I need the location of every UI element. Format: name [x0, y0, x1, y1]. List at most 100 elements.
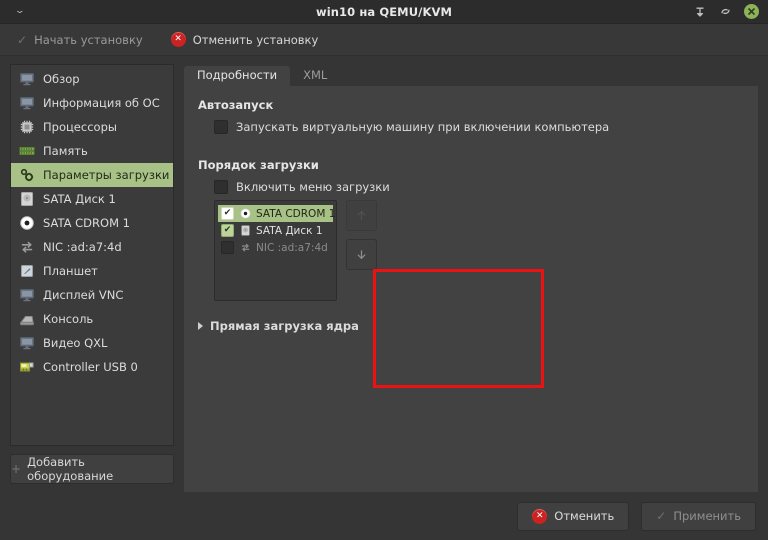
triangle-right-icon	[198, 322, 203, 330]
autostart-checkbox-label: Запускать виртуальную машину при включен…	[236, 120, 609, 134]
sidebar-item-label: SATA Диск 1	[43, 192, 116, 206]
sidebar-column: Обзор Информация об ОС Процессоры	[10, 64, 174, 492]
sidebar-item-sata-cdrom-1[interactable]: SATA CDROM 1	[11, 211, 173, 235]
sidebar-item-console[interactable]: Консоль	[11, 307, 173, 331]
kernel-direct-boot-label: Прямая загрузка ядра	[210, 319, 359, 333]
sidebar-item-boot-options[interactable]: Параметры загрузки	[11, 163, 173, 187]
chevron-down-icon: ⌄	[14, 7, 25, 16]
sidebar-item-label: Информация об ОС	[43, 96, 160, 110]
autostart-checkbox-row[interactable]: Запускать виртуальную машину при включен…	[198, 120, 744, 134]
boot-menu-checkbox-row[interactable]: Включить меню загрузки	[198, 180, 744, 194]
sidebar-item-tablet[interactable]: Планшет	[11, 259, 173, 283]
apply-button-label: Применить	[673, 509, 741, 523]
toolbar: ✓ Начать установку ✕ Отменить установку	[0, 24, 768, 56]
tab-details[interactable]: Подробности	[184, 66, 290, 87]
red-x-icon: ✕	[532, 509, 547, 524]
window-body: Обзор Информация об ОС Процессоры	[0, 56, 768, 492]
title-bar: ⌄ win10 на QEMU/KVM	[0, 0, 768, 24]
sidebar-item-video-qxl[interactable]: Видео QXL	[11, 331, 173, 355]
sidebar-item-os-information[interactable]: Информация об ОС	[11, 91, 173, 115]
boot-gears-icon	[18, 167, 35, 184]
arrow-down-icon	[355, 248, 368, 261]
section-spacer	[198, 134, 744, 158]
hard-disk-icon	[239, 225, 251, 237]
window-menu-button[interactable]: ⌄	[0, 7, 40, 16]
network-arrows-icon	[18, 239, 35, 256]
sidebar-item-cpus[interactable]: Процессоры	[11, 115, 173, 139]
footer-bar: ✕ Отменить ✓ Применить	[0, 492, 768, 540]
sidebar-item-label: Обзор	[43, 72, 80, 86]
boot-device-checkbox[interactable]: ✔	[221, 207, 234, 220]
check-icon: ✓	[17, 34, 27, 46]
cancel-installation-label: Отменить установку	[193, 33, 319, 47]
sidebar-item-display-vnc[interactable]: Дисплей VNC	[11, 283, 173, 307]
boot-order-heading: Порядок загрузки	[198, 158, 744, 172]
pin-icon[interactable]	[692, 4, 707, 19]
window-title: win10 на QEMU/KVM	[0, 5, 768, 19]
sidebar-item-memory[interactable]: Память	[11, 139, 173, 163]
details-panel: Автозапуск Запускать виртуальную машину …	[184, 86, 758, 492]
sidebar-item-controller-usb-0[interactable]: Controller USB 0	[11, 355, 173, 379]
tablet-pen-icon	[18, 263, 35, 280]
vm-details-window: ⌄ win10 на QEMU/KVM ✓ Нач	[0, 0, 768, 540]
boot-device-label: NIC :ad:a7:4d	[256, 242, 328, 254]
monitor-icon	[18, 287, 35, 304]
cancel-button[interactable]: ✕ Отменить	[517, 502, 629, 531]
begin-installation-button[interactable]: ✓ Начать установку	[14, 31, 146, 49]
autostart-heading: Автозапуск	[198, 98, 744, 112]
cancel-button-label: Отменить	[554, 509, 614, 523]
tab-bar: Подробности XML	[184, 64, 758, 86]
boot-device-checkbox[interactable]	[221, 241, 234, 254]
arrow-up-icon	[355, 209, 368, 222]
sidebar-item-label: Планшет	[43, 264, 98, 278]
cdrom-disc-icon	[18, 215, 35, 232]
boot-device-list[interactable]: ✔ SATA CDROM 1 ✔ SATA Диск 1	[214, 200, 337, 301]
red-x-icon: ✕	[171, 32, 186, 47]
boot-menu-checkbox-label: Включить меню загрузки	[236, 180, 390, 194]
move-down-button[interactable]	[346, 239, 377, 270]
usb-controller-icon	[18, 359, 35, 376]
plus-icon: +	[11, 463, 21, 475]
sidebar-item-label: SATA CDROM 1	[43, 216, 130, 230]
memory-ram-icon	[18, 143, 35, 160]
hard-disk-icon	[18, 191, 35, 208]
cpu-chip-icon	[18, 119, 35, 136]
boot-device-row[interactable]: ✔ SATA Диск 1	[218, 222, 333, 239]
sidebar-item-label: Дисплей VNC	[43, 288, 123, 302]
sidebar-item-label: Controller USB 0	[43, 360, 138, 374]
kernel-direct-boot-expander[interactable]: Прямая загрузка ядра	[198, 319, 744, 333]
cdrom-disc-icon	[239, 208, 251, 220]
restore-icon[interactable]	[718, 4, 733, 19]
monitor-icon	[18, 95, 35, 112]
boot-order-area: ✔ SATA CDROM 1 ✔ SATA Диск 1	[214, 200, 744, 301]
sidebar-item-label: Параметры загрузки	[43, 168, 169, 182]
sidebar-item-sata-disk-1[interactable]: SATA Диск 1	[11, 187, 173, 211]
apply-button[interactable]: ✓ Применить	[641, 502, 756, 531]
main-column: Подробности XML Автозапуск Запускать вир…	[184, 64, 758, 492]
begin-installation-label: Начать установку	[34, 33, 143, 47]
window-controls	[692, 4, 768, 19]
cancel-installation-button[interactable]: ✕ Отменить установку	[168, 30, 322, 49]
sidebar-item-nic[interactable]: NIC :ad:a7:4d	[11, 235, 173, 259]
boot-device-row[interactable]: NIC :ad:a7:4d	[218, 239, 333, 256]
boot-device-checkbox[interactable]: ✔	[221, 224, 234, 237]
add-hardware-button[interactable]: + Добавить оборудование	[10, 454, 174, 484]
boot-device-row[interactable]: ✔ SATA CDROM 1	[218, 205, 333, 222]
sidebar-item-label: Консоль	[43, 312, 93, 326]
sidebar-item-label: Видео QXL	[43, 336, 107, 350]
sidebar-item-label: Процессоры	[43, 120, 117, 134]
hardware-sidebar[interactable]: Обзор Информация об ОС Процессоры	[10, 64, 174, 446]
sidebar-item-overview[interactable]: Обзор	[11, 67, 173, 91]
sidebar-item-label: Память	[43, 144, 88, 158]
boot-device-label: SATA CDROM 1	[256, 208, 335, 220]
console-icon	[18, 311, 35, 328]
move-up-button[interactable]	[346, 200, 377, 231]
add-hardware-label: Добавить оборудование	[27, 455, 173, 483]
close-icon[interactable]	[744, 4, 759, 19]
sidebar-item-label: NIC :ad:a7:4d	[43, 240, 122, 254]
boot-menu-checkbox[interactable]	[214, 180, 228, 194]
network-arrows-icon	[239, 242, 251, 254]
tab-xml[interactable]: XML	[290, 66, 340, 87]
autostart-checkbox[interactable]	[214, 120, 228, 134]
check-icon: ✓	[656, 510, 666, 522]
